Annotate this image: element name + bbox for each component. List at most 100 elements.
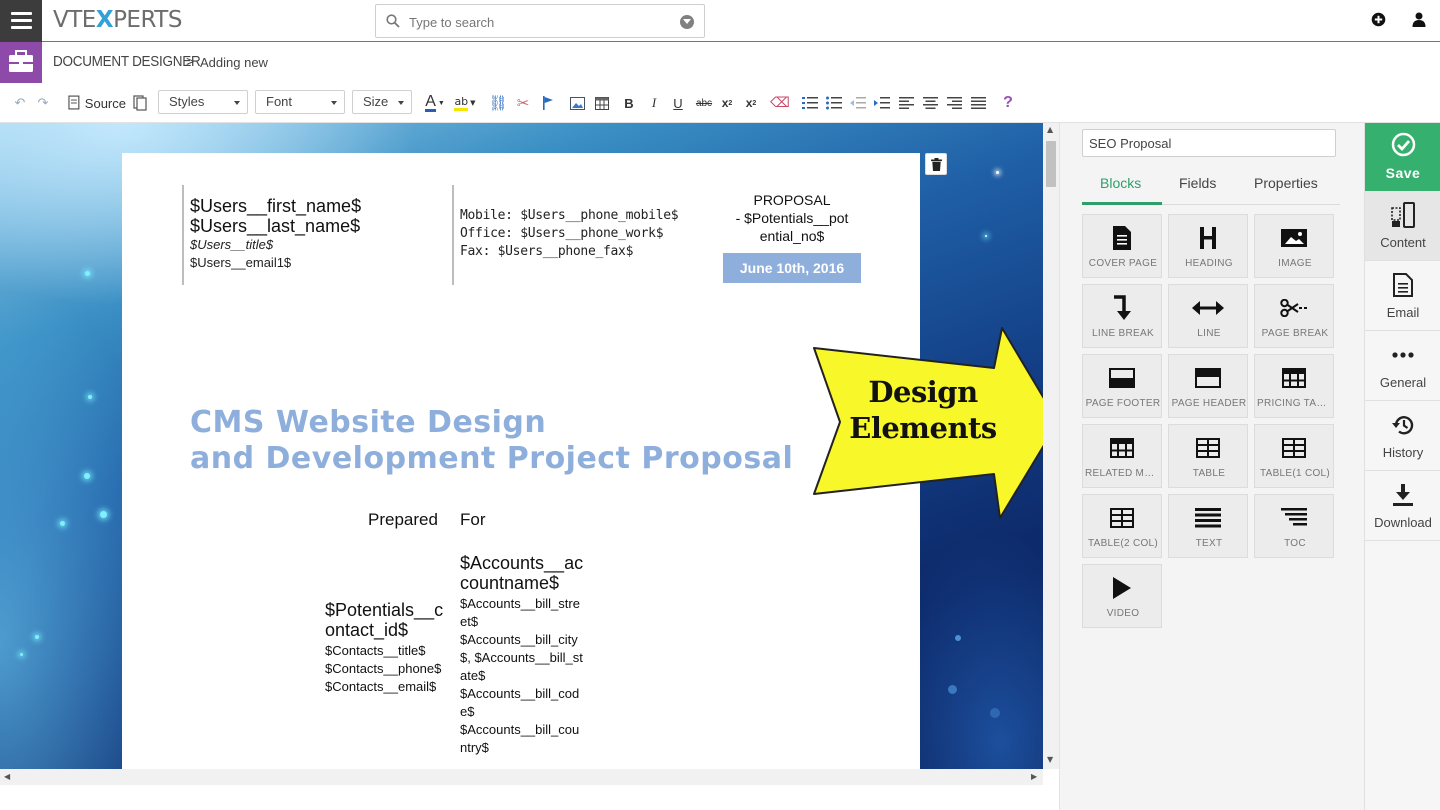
highlight-color-icon[interactable]: ab ▼ <box>452 92 478 114</box>
canvas-vertical-scrollbar[interactable]: ▲ ▼ <box>1043 123 1059 769</box>
redo-icon[interactable]: ↷ <box>35 92 51 114</box>
anchor-flag-icon[interactable] <box>538 92 558 114</box>
link-icon[interactable]: ⛓ <box>488 92 508 114</box>
user-fax[interactable]: Fax: $Users__phone_fax$ <box>460 243 633 261</box>
scroll-down-icon[interactable]: ▼ <box>1047 755 1053 764</box>
more-dots-icon <box>1392 352 1414 358</box>
block-table-2-col[interactable]: TABLE(2 COL) <box>1082 494 1162 558</box>
block-cover-page[interactable]: COVER PAGE <box>1082 214 1162 278</box>
sidebar-item-history[interactable]: History <box>1365 401 1440 471</box>
prepared-label[interactable]: Prepared <box>368 510 438 530</box>
user-full-name[interactable]: $Users__first_name$ $Users__last_name$ <box>190 196 361 236</box>
underline-button[interactable]: U <box>669 92 687 114</box>
strikethrough-button[interactable]: abc <box>693 92 715 114</box>
help-button[interactable]: ? <box>998 92 1018 114</box>
scrollbar-thumb[interactable] <box>1046 141 1056 187</box>
sidebar-item-download[interactable]: Download <box>1365 471 1440 541</box>
divider-line <box>182 185 184 285</box>
tab-blocks[interactable]: Blocks <box>1100 175 1141 191</box>
user-title[interactable]: $Users__title$ <box>190 236 273 254</box>
app-window: VTEXPERTS DOCUMENT DESIGNER > Adding new… <box>0 0 1440 810</box>
block-video[interactable]: VIDEO <box>1082 564 1162 628</box>
source-button[interactable]: Source <box>66 92 126 114</box>
toc-icon <box>1281 508 1307 526</box>
block-image[interactable]: IMAGE <box>1254 214 1334 278</box>
superscript-button[interactable]: x2 <box>742 92 760 114</box>
size-select[interactable]: Size <box>352 90 412 114</box>
document-title[interactable]: CMS Website Design and Development Proje… <box>190 405 793 477</box>
account-block[interactable]: $Accounts__accountname$ $Accounts__bill_… <box>460 553 584 757</box>
save-button[interactable]: Save <box>1365 123 1440 191</box>
proposal-date[interactable]: June 10th, 2016 <box>723 253 861 283</box>
background-sparkle <box>955 635 961 641</box>
page-header-icon <box>1195 368 1221 388</box>
block-related-module[interactable]: RELATED MODULE <box>1082 424 1162 488</box>
sidebar-item-email[interactable]: Email <box>1365 261 1440 331</box>
block-line[interactable]: LINE <box>1168 284 1248 348</box>
block-page-footer[interactable]: PAGE FOOTER <box>1082 354 1162 418</box>
bold-button[interactable]: B <box>620 92 638 114</box>
template-name-input[interactable] <box>1082 129 1336 157</box>
module-icon[interactable] <box>0 42 42 83</box>
search-input[interactable] <box>409 12 669 32</box>
scroll-up-icon[interactable]: ▲ <box>1047 125 1053 134</box>
block-pricing-table[interactable]: PRICING TABLE <box>1254 354 1334 418</box>
block-text[interactable]: TEXT <box>1168 494 1248 558</box>
sidebar-item-content[interactable]: Content <box>1365 191 1440 261</box>
global-search[interactable] <box>375 4 705 38</box>
block-heading[interactable]: HEADING <box>1168 214 1248 278</box>
hamburger-menu-button[interactable] <box>0 0 42 42</box>
italic-button[interactable]: I <box>645 92 663 114</box>
blocks-panel: Blocks Fields Properties COVER PAGE HEAD… <box>1059 123 1364 810</box>
block-table[interactable]: TABLE <box>1168 424 1248 488</box>
document-page[interactable]: $Users__first_name$ $Users__last_name$ $… <box>122 153 920 769</box>
vtexperts-logo[interactable]: VTEXPERTS <box>53 7 182 33</box>
contact-block[interactable]: $Potentials__contact_id$ $Contacts__titl… <box>325 600 449 696</box>
align-justify-icon[interactable] <box>968 92 988 114</box>
user-email[interactable]: $Users__email1$ <box>190 254 291 272</box>
remove-format-icon[interactable]: ⌫ <box>770 92 790 114</box>
canvas-horizontal-scrollbar[interactable]: ◀ ▶ <box>0 769 1043 785</box>
block-page-break[interactable]: PAGE BREAK <box>1254 284 1334 348</box>
tab-properties[interactable]: Properties <box>1254 175 1318 191</box>
block-page-header[interactable]: PAGE HEADER <box>1168 354 1248 418</box>
scroll-right-icon[interactable]: ▶ <box>1031 772 1037 781</box>
contact-title: $Contacts__title$ <box>325 643 426 658</box>
align-left-icon[interactable] <box>896 92 916 114</box>
sidebar-item-general[interactable]: General <box>1365 331 1440 401</box>
block-table-1-col[interactable]: TABLE(1 COL) <box>1254 424 1334 488</box>
add-plus-icon[interactable] <box>1371 12 1386 27</box>
subscript-button[interactable]: x2 <box>718 92 736 114</box>
delete-block-button[interactable] <box>925 153 947 175</box>
font-select[interactable]: Font <box>255 90 345 114</box>
unlink-icon[interactable]: ✂ <box>513 92 533 114</box>
for-label[interactable]: For <box>460 510 486 530</box>
breadcrumb-module[interactable]: DOCUMENT DESIGNER <box>53 53 201 70</box>
bulleted-list-icon[interactable] <box>824 92 844 114</box>
preview-icon[interactable] <box>131 92 149 114</box>
proposal-heading-block[interactable]: PROPOSAL - $Potentials__pot ential_no$ <box>722 191 862 245</box>
page-footer-icon <box>1109 368 1135 388</box>
numbered-list-icon[interactable] <box>800 92 820 114</box>
tab-fields[interactable]: Fields <box>1179 175 1216 191</box>
outdent-icon[interactable] <box>848 92 868 114</box>
user-mobile[interactable]: Mobile: $Users__phone_mobile$ <box>460 207 679 225</box>
search-dropdown-icon[interactable] <box>680 15 694 29</box>
insert-image-icon[interactable] <box>566 92 588 114</box>
align-center-icon[interactable] <box>920 92 940 114</box>
background-sparkle <box>985 235 987 237</box>
block-toc[interactable]: TOC <box>1254 494 1334 558</box>
related-table-icon <box>1110 438 1134 458</box>
insert-table-icon[interactable] <box>591 92 613 114</box>
block-line-break[interactable]: LINE BREAK <box>1082 284 1162 348</box>
background-sparkle <box>948 685 957 694</box>
styles-select[interactable]: Styles <box>158 90 248 114</box>
undo-icon[interactable]: ↶ <box>12 92 28 114</box>
active-tab-indicator <box>1082 202 1162 205</box>
text-color-button[interactable]: A ▼ <box>423 92 447 114</box>
indent-icon[interactable] <box>872 92 892 114</box>
scroll-left-icon[interactable]: ◀ <box>4 772 10 781</box>
user-office-phone[interactable]: Office: $Users__phone_work$ <box>460 225 664 243</box>
user-profile-icon[interactable] <box>1412 12 1426 27</box>
align-right-icon[interactable] <box>944 92 964 114</box>
